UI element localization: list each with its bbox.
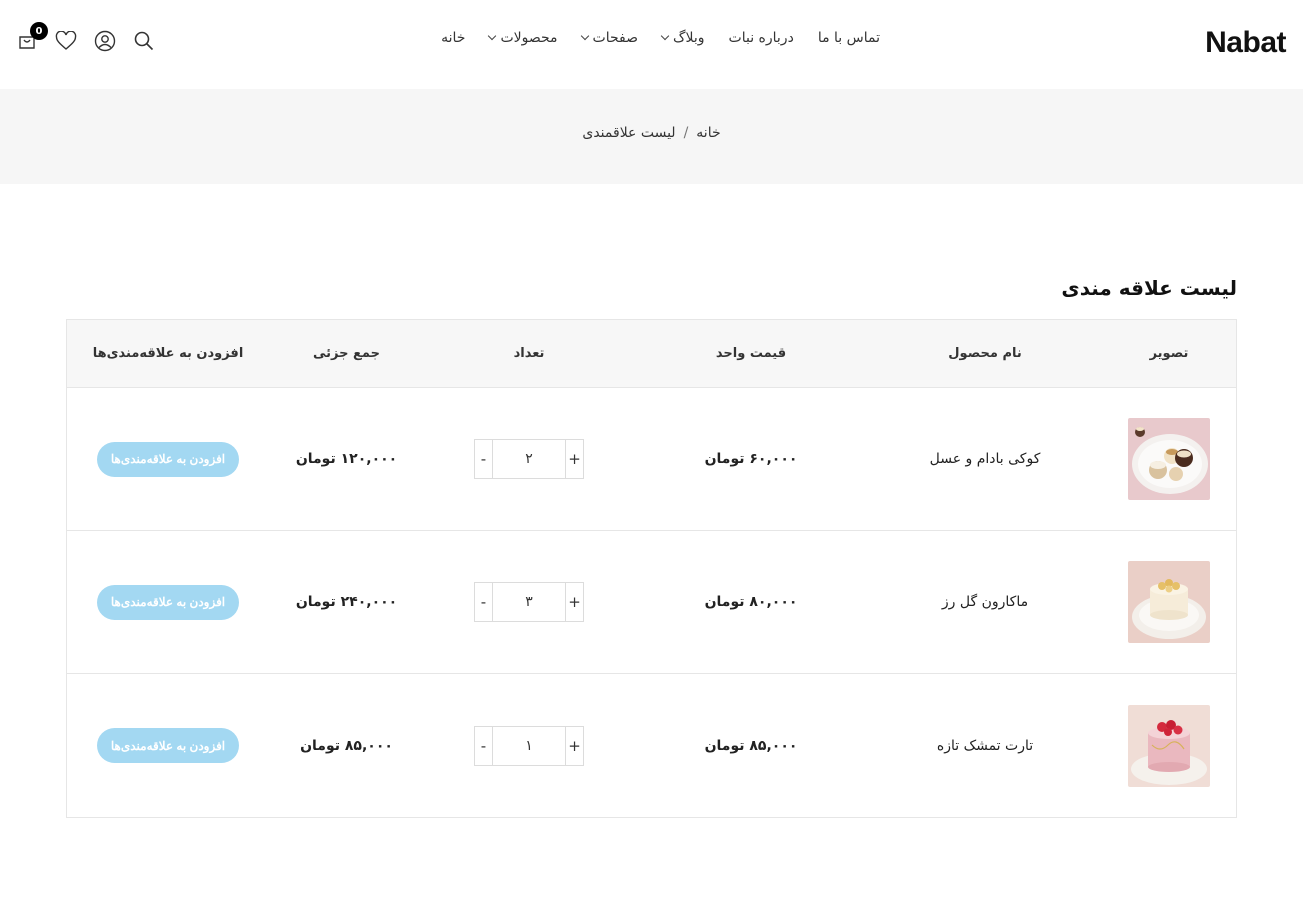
quantity-stepper: - + — [474, 439, 584, 479]
column-header-action: افزودن به علاقه‌مندی‌ها — [92, 346, 244, 361]
unit-price: ۶۰,۰۰۰ تومان — [704, 451, 798, 467]
product-name[interactable]: تارت تمشک تازه — [868, 738, 1102, 754]
wishlist-button[interactable] — [55, 30, 77, 52]
heart-icon — [55, 31, 77, 50]
quantity-input[interactable] — [493, 583, 565, 621]
main-nav: خانه محصولات صفحات وبلاگ درباره نبات تما… — [441, 30, 880, 46]
breadcrumb: خانه / لیست علاقمندی — [0, 125, 1303, 141]
column-header-subtotal: جمع جزئی — [313, 346, 380, 361]
subtotal: ۱۲۰,۰۰۰ تومان — [295, 451, 398, 467]
wishlist-table: تصویر نام محصول قیمت واحد تعداد جمع جزئی… — [66, 319, 1237, 818]
nav-item-label: صفحات — [592, 30, 638, 46]
add-to-wishlist-button[interactable]: افزودن به علاقه‌مندی‌ها — [97, 441, 239, 477]
quantity-input[interactable] — [493, 726, 565, 765]
cart-count-badge: 0 — [30, 22, 48, 40]
quantity-stepper: - + — [474, 582, 584, 622]
nav-item-about[interactable]: درباره نبات — [729, 30, 794, 46]
quantity-input[interactable] — [493, 440, 565, 478]
column-header-name: نام محصول — [948, 346, 1022, 361]
column-header-image: تصویر — [1149, 346, 1189, 361]
column-header-quantity: تعداد — [513, 346, 545, 361]
column-header-unit-price: قیمت واحد — [715, 346, 787, 361]
table-header: تصویر نام محصول قیمت واحد تعداد جمع جزئی… — [67, 320, 1236, 388]
table-row: ماکارون گل رز ۸۰,۰۰۰ تومان - + ۲۴۰,۰۰۰ ت… — [67, 531, 1236, 674]
add-to-wishlist-button[interactable]: افزودن به علاقه‌مندی‌ها — [97, 584, 239, 620]
table-row: تارت تمشک تازه ۸۵,۰۰۰ تومان - + ۸۵,۰۰۰ ت… — [67, 674, 1236, 817]
site-header: Nabat خانه محصولات صفحات وبلاگ درباره نب… — [0, 0, 1303, 89]
page-title: لیست علاقه مندی — [1061, 276, 1237, 300]
decrease-button[interactable]: - — [475, 583, 493, 621]
product-image[interactable] — [1128, 704, 1210, 787]
product-image[interactable] — [1128, 418, 1210, 500]
nav-item-label: درباره نبات — [728, 30, 794, 46]
nav-item-contact[interactable]: تماس با ما — [818, 30, 880, 46]
nav-item-blog[interactable]: وبلاگ — [660, 30, 705, 46]
product-image[interactable] — [1128, 561, 1210, 643]
increase-button[interactable]: + — [565, 583, 583, 621]
nav-item-label: وبلاگ — [672, 30, 705, 46]
subtotal: ۲۴۰,۰۰۰ تومان — [295, 594, 398, 610]
breadcrumb-separator: / — [683, 125, 689, 141]
search-icon — [134, 31, 154, 51]
chevron-down-icon — [580, 31, 589, 41]
breadcrumb-current: لیست علاقمندی — [582, 125, 676, 141]
cart-button[interactable]: 0 — [16, 22, 48, 52]
table-row: کوکی بادام و عسل ۶۰,۰۰۰ تومان - + ۱۲۰,۰۰… — [67, 388, 1236, 531]
user-icon — [94, 30, 116, 52]
search-button[interactable] — [133, 30, 155, 52]
add-to-wishlist-button[interactable]: افزودن به علاقه‌مندی‌ها — [97, 728, 239, 763]
nav-item-label: محصولات — [500, 30, 558, 46]
nav-item-pages[interactable]: صفحات — [580, 30, 638, 46]
header-actions: 0 — [16, 22, 155, 52]
chevron-down-icon — [660, 31, 670, 41]
nav-item-products[interactable]: محصولات — [488, 30, 558, 46]
unit-price: ۸۰,۰۰۰ تومان — [704, 594, 798, 610]
quantity-stepper: - + — [474, 725, 584, 766]
product-name[interactable]: ماکارون گل رز — [868, 594, 1102, 610]
unit-price: ۸۵,۰۰۰ تومان — [704, 737, 798, 754]
product-name[interactable]: کوکی بادام و عسل — [868, 451, 1102, 467]
account-button[interactable] — [94, 30, 116, 52]
breadcrumb-home-link[interactable]: خانه — [696, 125, 720, 141]
breadcrumb-banner: خانه / لیست علاقمندی — [0, 89, 1303, 184]
logo[interactable]: Nabat — [1205, 26, 1286, 60]
chevron-down-icon — [488, 31, 497, 41]
nav-item-label: خانه — [441, 30, 466, 46]
nav-item-home[interactable]: خانه — [441, 30, 465, 46]
increase-button[interactable]: + — [565, 440, 583, 478]
increase-button[interactable]: + — [565, 726, 583, 765]
subtotal: ۸۵,۰۰۰ تومان — [300, 737, 393, 754]
decrease-button[interactable]: - — [475, 440, 493, 478]
decrease-button[interactable]: - — [475, 726, 493, 765]
nav-item-label: تماس با ما — [817, 30, 880, 46]
